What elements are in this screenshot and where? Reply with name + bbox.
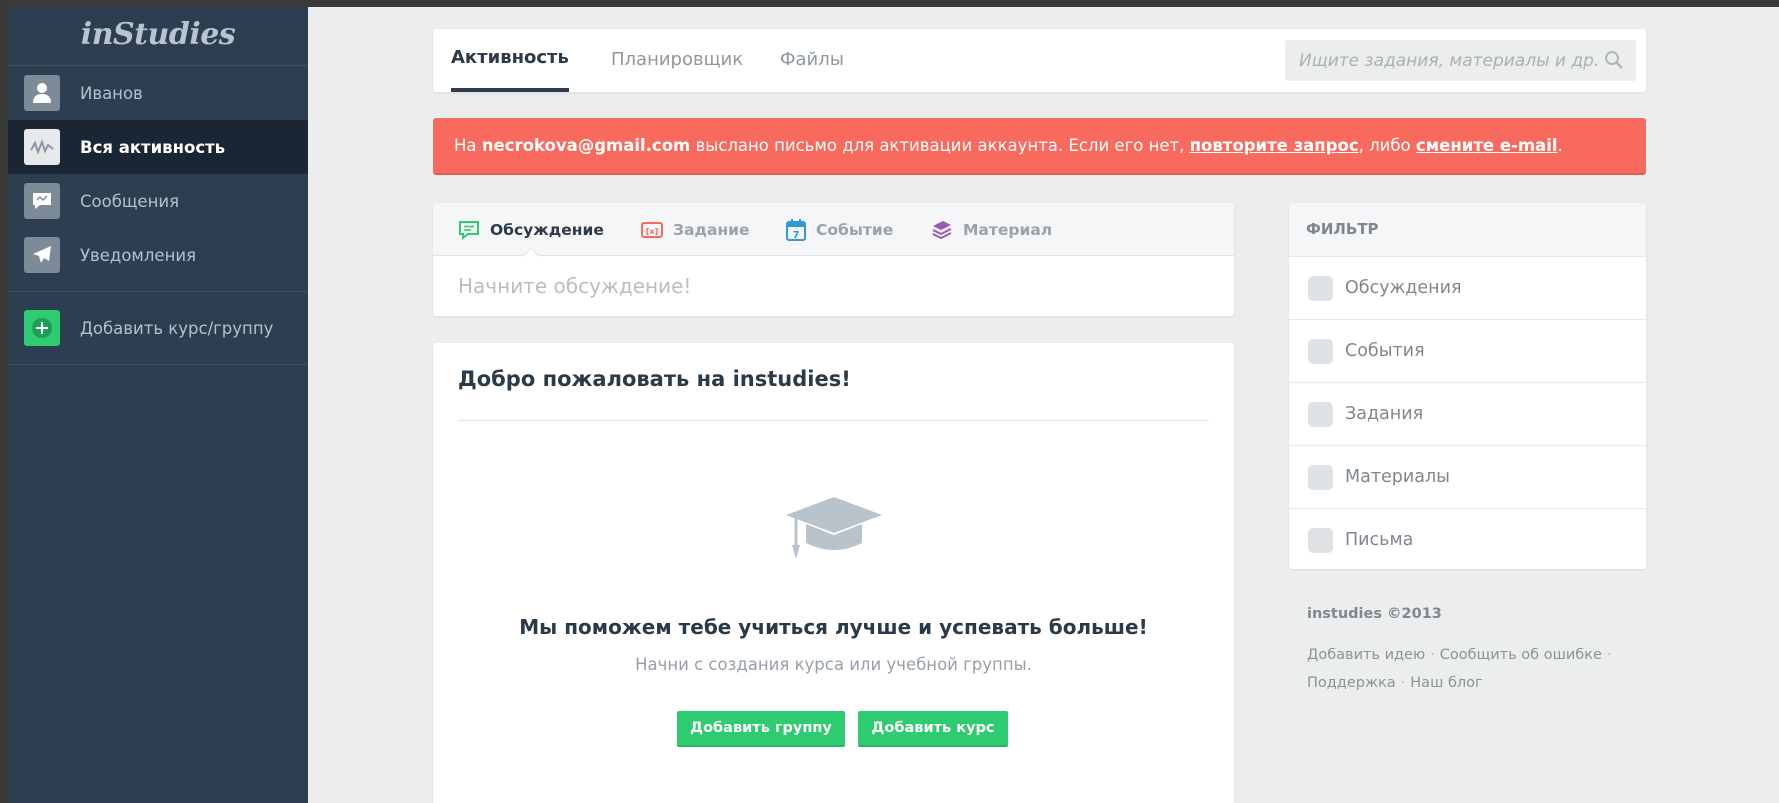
filter-option-label: События (1345, 341, 1425, 361)
welcome-card: Добро пожаловать на instudies! Мы поможе… (433, 343, 1234, 803)
activation-alert: На necrokova@gmail.com выслано письмо дл… (433, 118, 1646, 175)
composer-tab-label: Событие (816, 220, 894, 239)
sidebar-item-label: Сообщения (80, 191, 180, 211)
filter-option-label: Обсуждения (1345, 278, 1462, 298)
filter-panel: ФИЛЬТР Обсуждения События Задания Матери… (1289, 203, 1646, 569)
paper-plane-icon (24, 237, 60, 273)
app-logo[interactable]: inStudies (8, 7, 308, 66)
welcome-title: Добро пожаловать на instudies! (458, 367, 851, 391)
composer-tab-label: Обсуждение (490, 220, 604, 239)
graduation-cap-icon (784, 493, 884, 565)
footer-link-report-bug[interactable]: Сообщить об ошибке (1440, 647, 1602, 663)
sidebar-item-all-activity[interactable]: Вся активность (8, 120, 308, 174)
sidebar-item-label: Иванов (80, 83, 143, 103)
footer-link-support[interactable]: Поддержка (1307, 675, 1396, 691)
sidebar-item-profile[interactable]: Иванов (8, 66, 308, 120)
sidebar-add-label: Добавить курс/группу (80, 318, 274, 338)
sidebar-item-notifications[interactable]: Уведомления (8, 228, 308, 282)
filter-checkbox[interactable] (1308, 401, 1333, 427)
welcome-subtext: Начни с создания курса или учебной групп… (635, 655, 1032, 674)
composer-tab-label: Материал (963, 220, 1053, 239)
filter-option-label: Письма (1345, 530, 1414, 550)
filter-option-letters[interactable]: Письма (1289, 508, 1646, 571)
post-composer: Обсуждение [x] Задание 7 Событие Материа… (433, 203, 1234, 316)
footer-link-add-idea[interactable]: Добавить идею (1307, 647, 1425, 663)
footer-links: Добавить идею · Сообщить об ошибке · Поддерж… (1307, 641, 1627, 697)
plus-circle-icon (24, 310, 60, 346)
composer-tabs: Обсуждение [x] Задание 7 Событие Материа… (433, 203, 1234, 265)
welcome-divider (458, 420, 1209, 421)
composer-tab-task[interactable]: [x] Задание (641, 203, 750, 256)
alert-email: necrokova@gmail.com (481, 136, 691, 155)
calendar-icon: 7 (786, 218, 806, 241)
change-email-link[interactable]: смените e-mail (1416, 136, 1558, 155)
search-icon[interactable] (1604, 50, 1624, 74)
chat-icon (459, 220, 479, 240)
filter-option-discussions[interactable]: Обсуждения (1289, 256, 1646, 319)
tab-planner[interactable]: Планировщик (611, 29, 743, 92)
alert-between: , либо (1358, 136, 1416, 155)
filter-checkbox[interactable] (1308, 464, 1333, 490)
filter-title: ФИЛЬТР (1289, 203, 1646, 256)
app-frame: inStudies Иванов Вся активность Сообщени… (8, 7, 1779, 803)
sidebar-item-messages[interactable]: Сообщения (8, 174, 308, 228)
sidebar-item-label: Вся активность (80, 137, 226, 157)
alert-message: выслано письмо для активации аккаунта. Е… (690, 136, 1190, 155)
filter-checkbox[interactable] (1308, 527, 1333, 553)
composer-tab-label: Задание (673, 220, 750, 239)
footer-separator: · (1430, 647, 1435, 663)
composer-tab-event[interactable]: 7 Событие (786, 203, 893, 256)
filter-option-label: Задания (1345, 404, 1424, 424)
search-input[interactable] (1285, 40, 1636, 81)
svg-text:[x]: [x] (646, 227, 658, 236)
sidebar: inStudies Иванов Вся активность Сообщени… (8, 7, 308, 803)
filter-option-label: Материалы (1345, 467, 1450, 487)
filter-checkbox[interactable] (1308, 275, 1333, 301)
calendar-day: 7 (793, 230, 800, 241)
sidebar-item-label: Уведомления (80, 245, 197, 265)
search-box (1285, 40, 1636, 81)
footer-separator: · (1606, 647, 1612, 663)
task-icon: [x] (641, 221, 663, 238)
top-tab-bar: Активность Планировщик Файлы (433, 29, 1646, 92)
messages-icon (24, 183, 60, 219)
alert-suffix: . (1557, 136, 1563, 155)
filter-option-tasks[interactable]: Задания (1289, 382, 1646, 445)
material-icon (932, 220, 952, 239)
welcome-headline: Мы поможем тебе учиться лучше и успевать… (519, 615, 1148, 639)
footer-separator: · (1400, 675, 1406, 691)
add-group-button[interactable]: Добавить группу (677, 711, 845, 747)
filter-checkbox[interactable] (1308, 338, 1333, 364)
activity-icon (24, 129, 60, 165)
user-icon (24, 75, 60, 111)
composer-tab-material[interactable]: Материал (931, 203, 1052, 256)
sidebar-add-course-button[interactable]: Добавить курс/группу (8, 292, 308, 365)
add-course-button[interactable]: Добавить курс (858, 711, 1008, 747)
filter-option-events[interactable]: События (1289, 319, 1646, 382)
footer-link-blog[interactable]: Наш блог (1410, 675, 1482, 691)
resend-request-link[interactable]: повторите запрос (1190, 136, 1359, 155)
alert-prefix: На (454, 136, 482, 155)
tab-activity[interactable]: Активность (451, 29, 569, 92)
filter-option-materials[interactable]: Материалы (1289, 445, 1646, 508)
tab-files[interactable]: Файлы (780, 29, 844, 92)
footer-brand: instudies ©2013 (1307, 606, 1442, 622)
discussion-input[interactable] (433, 257, 1234, 315)
